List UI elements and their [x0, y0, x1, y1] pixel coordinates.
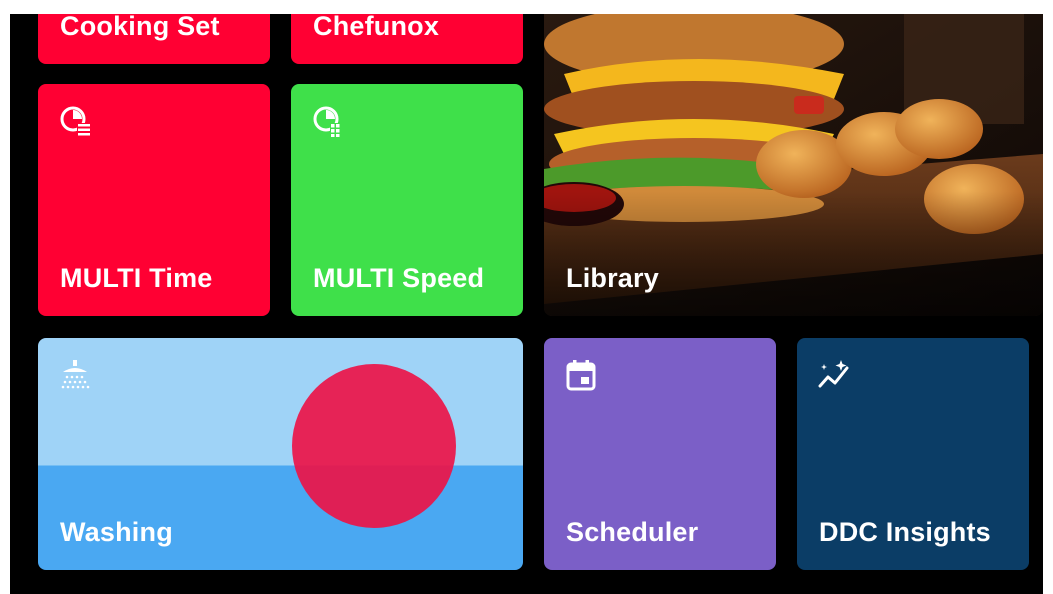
tile-chefunox-label: Chefunox [313, 14, 440, 41]
tile-cooking-set-label: Cooking Set [60, 14, 220, 41]
tile-cooking-set[interactable]: Cooking Set [38, 14, 270, 64]
pie-clock-list-icon [60, 106, 90, 136]
sparkle-trend-icon [818, 360, 849, 388]
pie-clock-grid-icon [313, 106, 344, 137]
home-screen: Cooking Set Chefunox MULTI Time MULTI Sp… [10, 14, 1043, 594]
tile-scheduler[interactable]: Scheduler [544, 338, 776, 570]
touch-indicator [292, 364, 456, 528]
tile-ddc-insights[interactable]: DDC Insights [797, 338, 1029, 570]
tile-scheduler-label: Scheduler [566, 517, 699, 547]
tile-washing-label: Washing [60, 517, 173, 547]
tile-multi-speed[interactable]: MULTI Speed [291, 84, 523, 316]
tile-library[interactable]: Library [544, 14, 1043, 316]
tile-ddc-insights-label: DDC Insights [819, 517, 991, 547]
calendar-icon [566, 360, 596, 391]
tile-multi-speed-label: MULTI Speed [313, 263, 485, 293]
tile-chefunox[interactable]: Chefunox [291, 14, 523, 64]
tile-multi-time-label: MULTI Time [60, 263, 213, 293]
tile-library-label: Library [566, 263, 659, 293]
tile-multi-time[interactable]: MULTI Time [38, 84, 270, 316]
shower-icon [61, 360, 90, 389]
